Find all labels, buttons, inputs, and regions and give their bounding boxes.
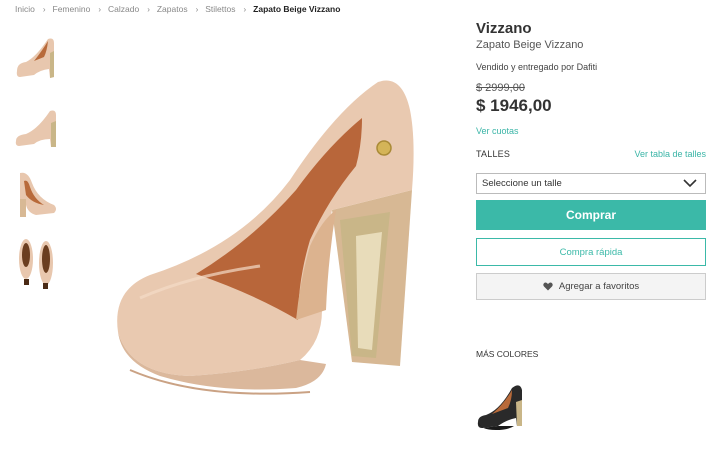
add-to-favorites-button[interactable]: Agregar a favoritos bbox=[476, 273, 706, 300]
size-select[interactable]: Seleccione un talle bbox=[476, 173, 706, 194]
thumbnail-side-view[interactable] bbox=[14, 30, 60, 88]
color-swatch-black[interactable] bbox=[476, 378, 526, 436]
thumbnail-profile-view[interactable] bbox=[14, 98, 60, 156]
breadcrumb-separator: › bbox=[243, 4, 247, 14]
breadcrumb-separator: › bbox=[195, 4, 199, 14]
breadcrumb-separator: › bbox=[147, 4, 150, 14]
heart-icon bbox=[543, 282, 553, 291]
breadcrumb: Inicio › Femenino › Calzado › Zapatos › … bbox=[15, 4, 340, 14]
breadcrumb-home[interactable]: Inicio bbox=[15, 4, 35, 14]
thumbnail-gallery bbox=[14, 30, 60, 302]
buy-button[interactable]: Comprar bbox=[476, 200, 706, 230]
seller-info: Vendido y entregado por Dafiti bbox=[476, 62, 598, 72]
thumbnail-back-view[interactable] bbox=[14, 166, 60, 224]
sizes-label: TALLES bbox=[476, 149, 511, 159]
breadcrumb-zapatos[interactable]: Zapatos bbox=[157, 4, 188, 14]
old-price: $ 2999,00 bbox=[476, 82, 525, 94]
chevron-down-icon bbox=[683, 178, 697, 191]
breadcrumb-separator: › bbox=[98, 4, 101, 14]
breadcrumb-stilettos[interactable]: Stilettos bbox=[205, 4, 235, 14]
breadcrumb-calzado[interactable]: Calzado bbox=[108, 4, 139, 14]
current-price: $ 1946,00 bbox=[476, 96, 552, 115]
product-name: Zapato Beige Vizzano bbox=[476, 39, 584, 51]
product-main-image[interactable] bbox=[100, 70, 430, 410]
breadcrumb-separator: › bbox=[42, 4, 46, 14]
product-brand[interactable]: Vizzano bbox=[476, 20, 532, 37]
thumbnail-soles-view[interactable] bbox=[14, 234, 60, 292]
more-colors-label: MÁS COLORES bbox=[476, 349, 539, 359]
breadcrumb-femenino[interactable]: Femenino bbox=[53, 4, 91, 14]
size-select-value: Seleccione un talle bbox=[482, 178, 562, 189]
add-to-favorites-label: Agregar a favoritos bbox=[558, 281, 640, 292]
size-chart-link[interactable]: Ver tabla de talles bbox=[634, 149, 706, 159]
breadcrumb-current: Zapato Beige Vizzano bbox=[253, 4, 341, 14]
installments-link[interactable]: Ver cuotas bbox=[476, 126, 519, 136]
quick-buy-button[interactable]: Compra rápida bbox=[476, 238, 706, 266]
